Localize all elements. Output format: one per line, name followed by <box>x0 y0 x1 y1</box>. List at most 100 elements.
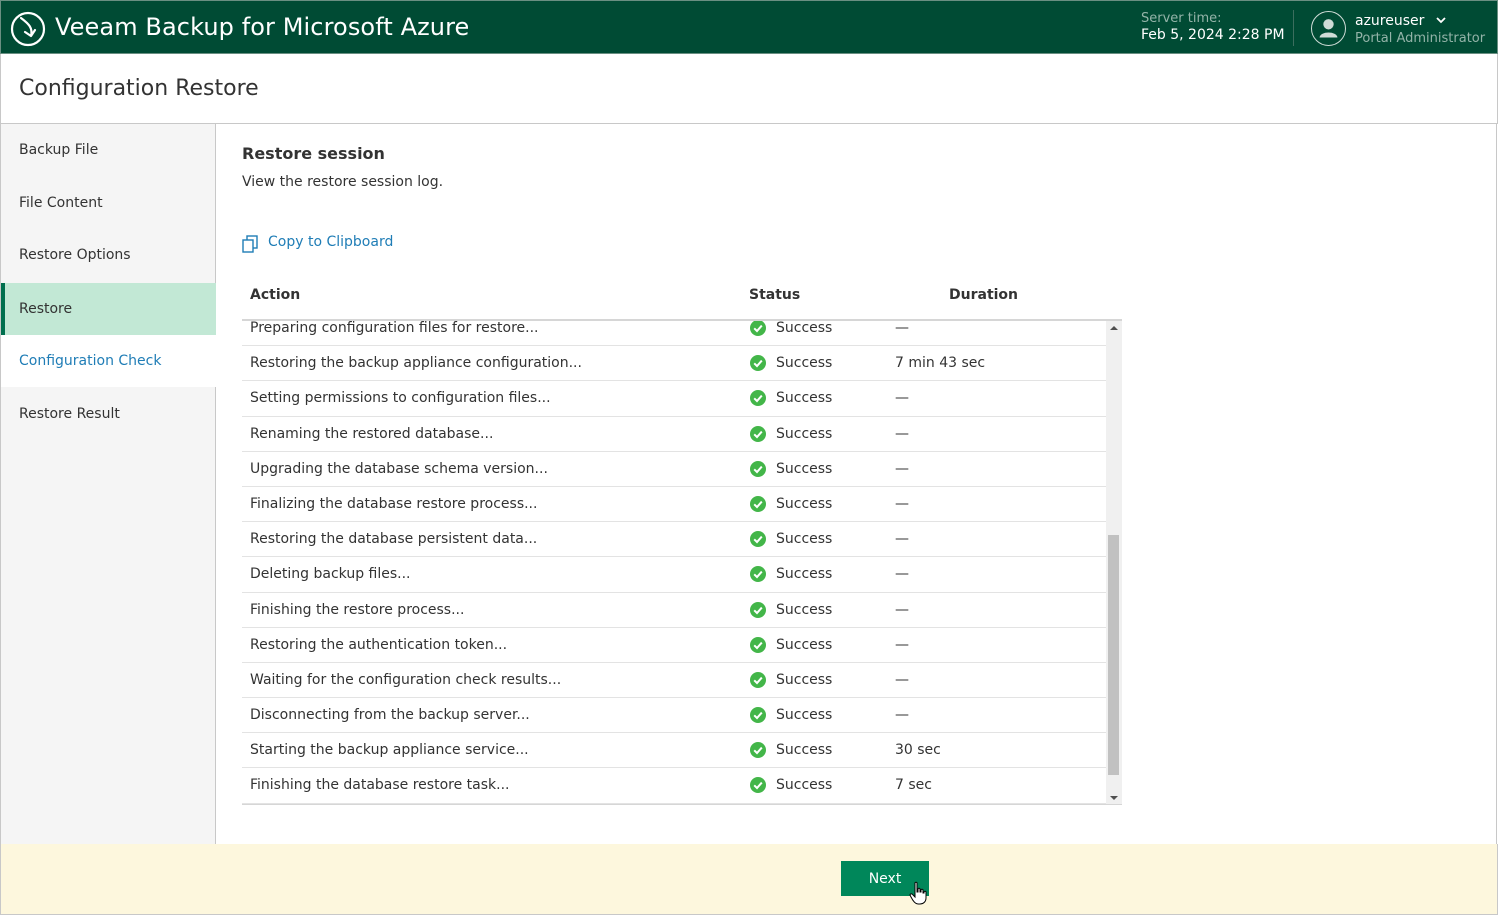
row-action: Finishing the database restore task... <box>250 777 510 794</box>
row-status: Success <box>776 636 833 653</box>
success-check-icon <box>750 742 766 759</box>
row-duration: — <box>895 460 909 477</box>
table-row[interactable]: Finishing the database restore task... Su… <box>242 768 1106 804</box>
table-row[interactable]: Starting the backup appliance service...… <box>242 733 1106 769</box>
table-row[interactable]: Waiting for the configuration check resu… <box>242 663 1106 699</box>
row-duration: — <box>895 636 909 653</box>
vertical-scrollbar[interactable] <box>1106 321 1122 805</box>
table-row[interactable]: Deleting backup files... Success — <box>242 557 1106 593</box>
row-status: Success <box>776 390 833 407</box>
row-status: Success <box>776 777 833 794</box>
success-check-icon <box>750 425 766 442</box>
page-title: Configuration Restore <box>19 76 259 101</box>
row-duration: — <box>895 707 909 724</box>
row-duration: — <box>895 671 909 688</box>
success-check-icon <box>750 531 766 548</box>
wizard-step-restore[interactable]: Restore <box>1 283 223 335</box>
table-header: Action Status Duration <box>242 276 1122 321</box>
row-status: Success <box>776 355 833 372</box>
table-row[interactable]: Finishing the restore process... Success — <box>242 593 1106 628</box>
row-status: Success <box>776 531 833 548</box>
success-check-icon <box>750 777 766 794</box>
success-check-icon <box>750 495 766 512</box>
wizard-step-restore-options[interactable]: Restore Options <box>1 229 216 281</box>
table-row[interactable]: Setting permissions to configuration fil… <box>242 381 1106 417</box>
veeam-logo-icon[interactable] <box>9 10 47 48</box>
user-menu[interactable]: azureuser Portal Administrator <box>1355 11 1485 48</box>
copy-to-clipboard-label[interactable]: Copy to Clipboard <box>268 234 393 250</box>
table-row[interactable]: Restoring the authentication token... Suc… <box>242 628 1106 663</box>
row-duration: — <box>895 566 909 583</box>
table-row[interactable]: Restoring the backup appliance configura… <box>242 346 1106 382</box>
column-header-duration[interactable]: Duration <box>949 287 1018 303</box>
row-status: Success <box>776 707 833 724</box>
row-duration: — <box>895 321 909 336</box>
row-status: Success <box>776 601 833 618</box>
wizard-step-file-content[interactable]: File Content <box>1 177 216 229</box>
row-action: Finishing the restore process... <box>250 601 465 618</box>
app-header: Veeam Backup for Microsoft Azure Server … <box>0 0 1498 54</box>
row-status: Success <box>776 321 833 336</box>
row-duration: — <box>895 531 909 548</box>
page-title-bar: Configuration Restore <box>0 54 1498 124</box>
table-row[interactable]: Preparing configuration files for restor… <box>242 321 1106 347</box>
user-role: Portal Administrator <box>1355 31 1486 46</box>
row-action: Upgrading the database schema version... <box>250 460 548 477</box>
wizard-step-backup-file[interactable]: Backup File <box>1 124 216 176</box>
header-divider <box>1293 10 1294 46</box>
row-status: Success <box>776 566 833 583</box>
server-time: Server time: Feb 5, 2024 2:28 PM <box>1141 10 1285 44</box>
row-action: Disconnecting from the backup server... <box>250 707 530 724</box>
table-row[interactable]: Disconnecting from the backup server... S… <box>242 698 1106 734</box>
table-row[interactable]: Finalizing the database restore process.… <box>242 487 1106 523</box>
success-check-icon <box>750 707 766 724</box>
user-name[interactable]: azureuser <box>1355 12 1424 30</box>
main-content: Restore session View the restore session… <box>216 124 1497 844</box>
row-status: Success <box>776 742 833 759</box>
row-action: Restoring the database persistent data..… <box>250 531 538 548</box>
column-header-status[interactable]: Status <box>749 287 800 303</box>
table-row[interactable]: Renaming the restored database... Success… <box>242 417 1106 452</box>
row-action: Renaming the restored database... <box>250 425 494 442</box>
restore-session-log-table: Action Status Duration Preparing configu… <box>242 276 1122 805</box>
table-row[interactable]: Restoring the database persistent data..… <box>242 522 1106 558</box>
wizard-steps-sidebar: Backup File File Content Restore Options… <box>0 124 223 844</box>
row-action: Deleting backup files... <box>250 566 411 583</box>
scroll-down-arrow-icon[interactable] <box>1106 791 1122 805</box>
success-check-icon <box>750 566 766 583</box>
row-duration: 30 sec <box>895 742 941 759</box>
row-action: Finalizing the database restore process.… <box>250 495 538 512</box>
row-status: Success <box>776 460 833 477</box>
row-duration: 7 min 43 sec <box>895 355 986 372</box>
section-description: View the restore session log. <box>242 174 444 190</box>
table-body: Preparing configuration files for restor… <box>242 321 1122 805</box>
row-duration: — <box>895 601 909 618</box>
server-time-value: Feb 5, 2024 2:28 PM <box>1141 27 1285 43</box>
table-rows: Preparing configuration files for restor… <box>242 321 1106 804</box>
success-check-icon <box>750 671 766 688</box>
row-duration: — <box>895 495 909 512</box>
success-check-icon <box>750 460 766 477</box>
success-check-icon <box>750 355 766 372</box>
wizard-step-restore-result: Restore Result <box>19 406 120 422</box>
row-action: Waiting for the configuration check resu… <box>250 671 562 688</box>
row-action: Starting the backup appliance service... <box>250 742 529 759</box>
wizard-footer: Next <box>0 844 1498 915</box>
row-status: Success <box>776 495 833 512</box>
column-header-action[interactable]: Action <box>250 287 300 303</box>
scrollbar-thumb[interactable] <box>1108 535 1119 775</box>
success-check-icon <box>750 601 766 618</box>
success-check-icon <box>750 390 766 407</box>
table-row[interactable]: Upgrading the database schema version...… <box>242 452 1106 487</box>
user-avatar-icon[interactable] <box>1311 11 1346 46</box>
chevron-down-icon[interactable] <box>1435 17 1446 24</box>
copy-icon[interactable] <box>242 235 258 253</box>
row-duration: — <box>895 425 909 442</box>
wizard-step-configuration-check[interactable]: Configuration Check <box>1 335 216 387</box>
row-action: Restoring the authentication token... <box>250 636 508 653</box>
success-check-icon <box>750 636 766 653</box>
mouse-pointer-icon <box>909 881 927 905</box>
success-check-icon <box>750 321 766 336</box>
section-title: Restore session <box>242 144 385 163</box>
scroll-up-arrow-icon[interactable] <box>1106 321 1122 335</box>
